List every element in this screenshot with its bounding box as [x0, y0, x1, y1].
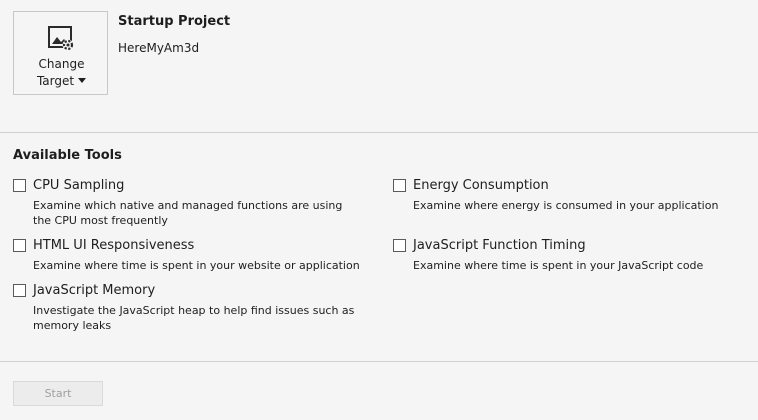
tool-name[interactable]: Energy Consumption — [413, 178, 549, 194]
cpu-sampling-checkbox[interactable] — [13, 179, 26, 192]
startup-project-title: Startup Project — [118, 14, 231, 29]
bottom-divider — [0, 361, 758, 362]
energy-consumption-checkbox[interactable] — [393, 179, 406, 192]
javascript-memory-checkbox[interactable] — [13, 284, 26, 297]
diagnostics-hub-page: Change Target Startup Project HereMyAm3d… — [0, 0, 758, 420]
change-target-button[interactable]: Change Target — [13, 11, 108, 95]
tool-description: Investigate the JavaScript heap to help … — [33, 304, 355, 332]
tool-description: Examine which native and managed functio… — [33, 199, 343, 227]
tool-name[interactable]: JavaScript Function Timing — [413, 238, 586, 254]
available-tools-heading: Available Tools — [13, 148, 122, 163]
top-divider — [0, 132, 758, 133]
change-target-line1: Change — [38, 57, 85, 71]
tool-name[interactable]: CPU Sampling — [33, 178, 124, 194]
tool-description: Examine where time is spent in your Java… — [413, 259, 704, 272]
html-ui-responsiveness-checkbox[interactable] — [13, 239, 26, 252]
change-target-label: Change Target — [14, 56, 109, 90]
dropdown-caret-icon — [78, 78, 87, 83]
tool-description: Examine where energy is consumed in your… — [413, 199, 719, 212]
tool-name[interactable]: JavaScript Memory — [33, 283, 155, 299]
javascript-function-timing-checkbox[interactable] — [393, 239, 406, 252]
change-target-line2: Target — [14, 73, 109, 90]
startup-project-name: HereMyAm3d — [118, 41, 200, 55]
image-gear-icon — [48, 26, 74, 51]
tool-name[interactable]: HTML UI Responsiveness — [33, 238, 194, 254]
target-text: Target — [36, 74, 75, 88]
start-button[interactable]: Start — [13, 381, 103, 406]
tool-description: Examine where time is spent in your webs… — [33, 259, 360, 272]
